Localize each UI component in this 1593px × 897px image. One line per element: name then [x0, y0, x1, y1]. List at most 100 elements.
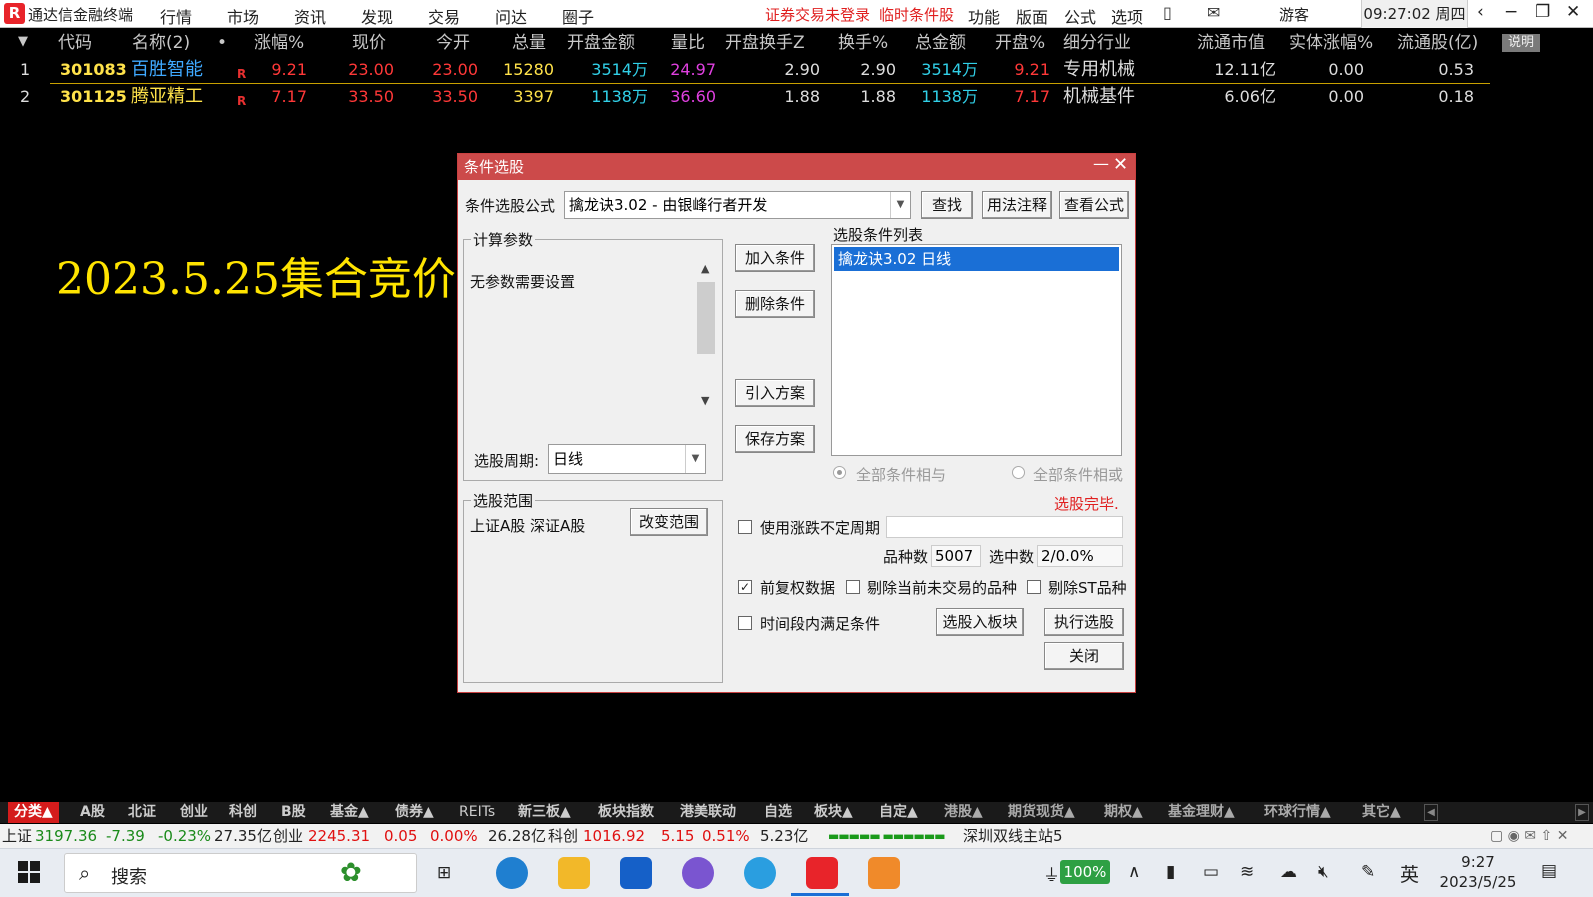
user-label[interactable]: 游客 [1279, 4, 1309, 25]
change-scope-button[interactable]: 改变范围 [630, 508, 708, 536]
tab-sector[interactable]: 板块▲ [814, 802, 853, 823]
stock-code[interactable]: 301083 [60, 57, 127, 83]
plug-icon[interactable]: ⏚ [1043, 861, 1060, 886]
to-block-button[interactable]: 选股入板块 [936, 608, 1024, 636]
chevron-down-icon[interactable]: ▼ [890, 192, 910, 218]
dialog-title[interactable]: 条件选股 [458, 154, 1135, 180]
add-condition-button[interactable]: 加入条件 [735, 244, 815, 272]
cy-label[interactable]: 创业 [273, 824, 303, 848]
formula-select[interactable]: 擒龙诀3.02 - 由银峰行者开发 ▼ [564, 191, 911, 219]
chevron-down-icon[interactable]: ▼ [685, 445, 705, 473]
dialog-minimize-icon[interactable]: — [1093, 154, 1109, 173]
timerange-checkbox[interactable] [738, 616, 752, 630]
save-scheme-button[interactable]: 保存方案 [735, 425, 815, 453]
restore-icon[interactable]: ❐ [1535, 2, 1550, 22]
uncertain-period-checkbox[interactable] [738, 520, 752, 534]
menu-quanzi[interactable]: 圈子 [562, 4, 594, 28]
col-price[interactable]: 现价 [352, 30, 386, 56]
tab-sector-index[interactable]: 板块指数 [598, 802, 654, 823]
col-industry[interactable]: 细分行业 [1063, 30, 1131, 56]
dialog-close-icon[interactable]: ✕ [1113, 154, 1128, 175]
col-open-turn[interactable]: 开盘换手Z [725, 30, 805, 56]
params-scrollbar[interactable]: ▲ ▼ [697, 262, 715, 407]
list-item[interactable]: 擒龙诀3.02 日线 [834, 247, 1119, 271]
taskbar-time[interactable]: 9:27 [1438, 853, 1518, 871]
menu-gongshi[interactable]: 公式 [1064, 4, 1096, 28]
pen-icon[interactable]: ✎ [1361, 862, 1375, 882]
col-turn[interactable]: 换手% [838, 30, 888, 56]
menu-faxian[interactable]: 发现 [361, 4, 393, 28]
wifi-icon[interactable]: ≋ [1240, 862, 1254, 882]
col-open[interactable]: 今开 [436, 30, 470, 56]
tab-bond[interactable]: 债券▲ [395, 802, 434, 823]
col-dot[interactable]: • [217, 30, 227, 56]
find-button[interactable]: 查找 [921, 191, 973, 219]
menu-wenda[interactable]: 问达 [495, 4, 527, 28]
menu-gongneng[interactable]: 功能 [968, 4, 1000, 28]
snip-tool-icon[interactable] [868, 857, 900, 889]
menu-shichang[interactable]: 市场 [227, 4, 259, 28]
stock-name[interactable]: 百胜智能 [131, 57, 203, 83]
mail-icon[interactable]: ✉ [1207, 3, 1220, 22]
tabs-scroll-right-icon[interactable]: ▶ [1575, 804, 1589, 821]
tab-bz[interactable]: 北证 [128, 802, 156, 823]
battery-indicator[interactable]: 100% [1060, 860, 1110, 884]
execute-button[interactable]: 执行选股 [1044, 608, 1124, 636]
tray-expand-icon[interactable]: ∧ [1128, 862, 1140, 882]
radio-or[interactable] [1012, 466, 1025, 479]
tab-reits[interactable]: REITs [459, 802, 495, 823]
col-float-shares[interactable]: 流通股(亿) [1397, 30, 1478, 56]
tab-kc[interactable]: 科创 [229, 802, 257, 823]
tab-options[interactable]: 期权▲ [1104, 802, 1143, 823]
tab-global[interactable]: 环球行情▲ [1264, 802, 1331, 823]
col-open-pct[interactable]: 开盘% [995, 30, 1045, 56]
condition-list[interactable]: 擒龙诀3.02 日线 [831, 244, 1122, 456]
tab-neeq[interactable]: 新三板▲ [518, 802, 571, 823]
tabs-scroll-left-icon[interactable]: ◀ [1424, 804, 1438, 821]
minimize-icon[interactable]: − [1504, 2, 1518, 22]
scroll-thumb[interactable] [697, 282, 715, 354]
col-float-cap[interactable]: 流通市值 [1197, 30, 1265, 56]
ie-icon[interactable] [744, 857, 776, 889]
radio-and[interactable] [833, 466, 846, 479]
import-scheme-button[interactable]: 引入方案 [735, 379, 815, 407]
col-chg[interactable]: 涨幅% [254, 30, 304, 56]
tab-fund[interactable]: 基金▲ [330, 802, 369, 823]
remove-suspended-checkbox[interactable] [846, 580, 860, 594]
col-amount[interactable]: 总金额 [915, 30, 966, 56]
menu-banmian[interactable]: 版面 [1016, 4, 1048, 28]
tdx-app-icon[interactable] [806, 857, 838, 889]
tab-wealth[interactable]: 基金理财▲ [1168, 802, 1235, 823]
sort-arrow-icon[interactable]: ▼ [18, 34, 28, 49]
tab-watchlist[interactable]: 自选 [764, 802, 792, 823]
menu-xuanxiang[interactable]: 选项 [1111, 4, 1143, 28]
cloud-icon[interactable]: ☁ [1280, 862, 1297, 882]
stock-code[interactable]: 301125 [60, 84, 127, 110]
battery-icon[interactable]: ▭ [1203, 862, 1219, 882]
col-vol[interactable]: 总量 [512, 30, 546, 56]
period-select[interactable]: 日线 ▼ [548, 444, 706, 474]
col-vol-ratio[interactable]: 量比 [671, 30, 705, 56]
fq-checkbox[interactable]: ✓ [738, 580, 752, 594]
close-button[interactable]: 关闭 [1044, 642, 1124, 670]
tab-category[interactable]: 分类▲ [8, 802, 59, 823]
tab-other[interactable]: 其它▲ [1362, 802, 1401, 823]
app-l-icon[interactable] [620, 857, 652, 889]
menu-hangqing[interactable]: 行情 [160, 4, 192, 28]
notification-icon[interactable]: ▤ [1541, 861, 1557, 881]
delete-condition-button[interactable]: 删除条件 [735, 290, 815, 318]
stock-name[interactable]: 腾亚精工 [131, 84, 203, 110]
file-explorer-icon[interactable] [558, 857, 590, 889]
explain-button[interactable]: 说明 [1502, 34, 1540, 52]
scroll-up-icon[interactable]: ▲ [701, 262, 709, 275]
task-view-icon[interactable]: ⊞ [437, 863, 451, 883]
taskbar-date[interactable]: 2023/5/25 [1433, 873, 1523, 891]
remove-st-checkbox[interactable] [1027, 580, 1041, 594]
col-code[interactable]: 代码 [58, 30, 92, 56]
server-label[interactable]: 深圳双线主站5 [963, 824, 1063, 848]
usage-button[interactable]: 用法注释 [982, 191, 1052, 219]
col-body-chg[interactable]: 实体涨幅% [1289, 30, 1373, 56]
ime-indicator[interactable]: 英 [1400, 860, 1419, 887]
tab-custom[interactable]: 自定▲ [879, 802, 918, 823]
kc-label[interactable]: 科创 [548, 824, 578, 848]
